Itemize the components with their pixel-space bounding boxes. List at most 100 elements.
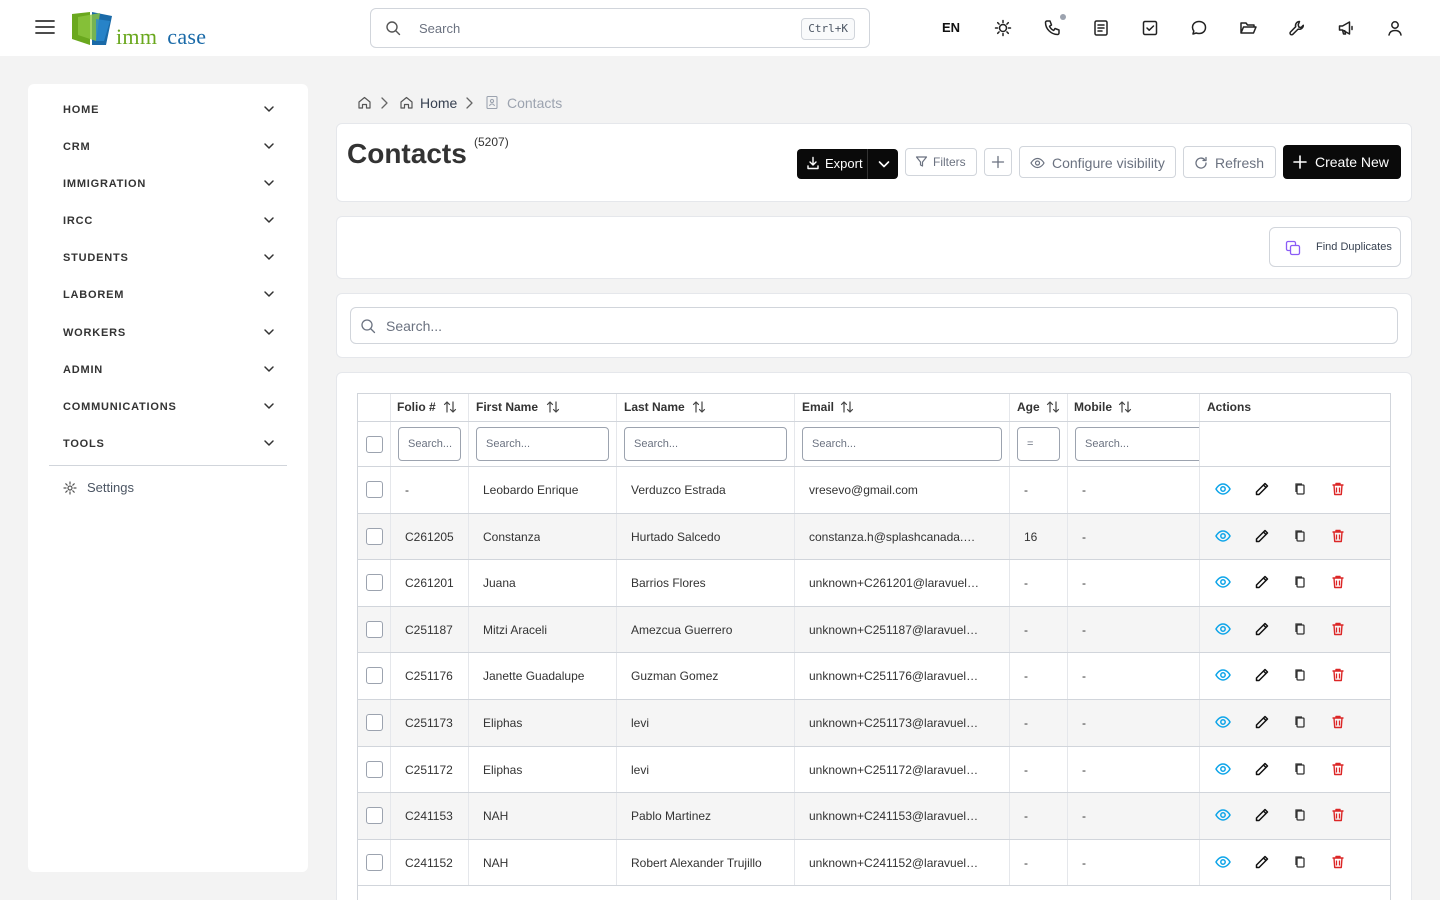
sort-icon[interactable]	[443, 400, 457, 414]
row-checkbox[interactable]	[366, 667, 383, 685]
table-row[interactable]: C261205 Constanza Hurtado Salcedo constanza…	[358, 513, 1390, 561]
sidebar-item-workers[interactable]: WORKERS	[49, 315, 287, 352]
first-name-filter-input[interactable]: Search...	[476, 427, 609, 461]
list-search-input[interactable]: Search...	[350, 307, 1398, 344]
create-new-button[interactable]: Create New	[1283, 145, 1401, 179]
sort-icon[interactable]	[1046, 400, 1060, 414]
table-row[interactable]: C241152 NAH Robert Alexander Trujillo unkno…	[358, 839, 1390, 887]
row-checkbox[interactable]	[366, 853, 383, 871]
row-checkbox[interactable]	[366, 760, 383, 778]
sidebar-item-students[interactable]: STUDENTS	[49, 240, 287, 277]
find-duplicates-button[interactable]: Find Duplicates	[1269, 227, 1401, 267]
refresh-button[interactable]: Refresh	[1183, 146, 1276, 178]
edit-icon[interactable]	[1252, 479, 1274, 501]
edit-icon[interactable]	[1252, 805, 1274, 827]
sort-icon[interactable]	[1118, 400, 1132, 414]
view-icon[interactable]	[1213, 619, 1235, 641]
edit-icon[interactable]	[1252, 759, 1274, 781]
sidebar-item-crm[interactable]: CRM	[49, 129, 287, 166]
notes-icon[interactable]	[1091, 18, 1111, 38]
delete-icon[interactable]	[1328, 805, 1350, 827]
folio-filter-input[interactable]: Search...	[398, 427, 461, 461]
sidebar-item-communications[interactable]: COMMUNICATIONS	[49, 389, 287, 426]
sort-icon[interactable]	[840, 400, 854, 414]
global-search-input[interactable]: Search Ctrl+K	[370, 8, 870, 48]
header-age[interactable]: Age	[1010, 394, 1068, 421]
wrench-icon[interactable]	[1287, 18, 1307, 38]
breadcrumb-home[interactable]: Home	[420, 95, 457, 111]
delete-icon[interactable]	[1328, 712, 1350, 734]
edit-icon[interactable]	[1252, 665, 1274, 687]
logo[interactable]: imm case	[70, 11, 210, 49]
sidebar-item-admin[interactable]: ADMIN	[49, 352, 287, 389]
duplicate-icon[interactable]	[1290, 479, 1312, 501]
delete-icon[interactable]	[1328, 665, 1350, 687]
add-filter-button[interactable]	[984, 148, 1012, 176]
table-row[interactable]: C251173 Eliphas levi unknown+C251173@laravu…	[358, 700, 1390, 747]
chevron-down-icon[interactable]	[877, 157, 891, 171]
sort-icon[interactable]	[546, 400, 560, 414]
edit-icon[interactable]	[1252, 526, 1274, 548]
duplicate-icon[interactable]	[1290, 852, 1312, 874]
view-icon[interactable]	[1213, 526, 1235, 548]
home-icon[interactable]	[357, 95, 372, 110]
header-folio[interactable]: Folio #	[391, 394, 469, 421]
configure-visibility-button[interactable]: Configure visibility	[1019, 146, 1176, 178]
delete-icon[interactable]	[1328, 526, 1350, 548]
duplicate-icon[interactable]	[1290, 619, 1312, 641]
header-last-name[interactable]: Last Name	[617, 394, 795, 421]
sun-icon[interactable]	[993, 18, 1013, 38]
select-all-checkbox[interactable]	[366, 436, 383, 453]
view-icon[interactable]	[1213, 712, 1235, 734]
sidebar-item-laborem[interactable]: LABOREM	[49, 277, 287, 314]
duplicate-icon[interactable]	[1290, 805, 1312, 827]
view-icon[interactable]	[1213, 759, 1235, 781]
folder-open-icon[interactable]	[1238, 18, 1258, 38]
header-email[interactable]: Email	[795, 394, 1010, 421]
sidebar-item-immigration[interactable]: IMMIGRATION	[49, 166, 287, 203]
table-row[interactable]: C241153 NAH Pablo Martinez unknown+C241153@…	[358, 793, 1390, 840]
filters-button[interactable]: Filters	[905, 148, 977, 176]
mobile-filter-input[interactable]: Search...	[1075, 427, 1199, 461]
chat-icon[interactable]	[1189, 18, 1209, 38]
view-icon[interactable]	[1213, 479, 1235, 501]
edit-icon[interactable]	[1252, 852, 1274, 874]
edit-icon[interactable]	[1252, 572, 1274, 594]
row-checkbox[interactable]	[366, 481, 383, 498]
table-row[interactable]: C261201 Juana Barrios Flores unknown+C26120…	[358, 560, 1390, 607]
duplicate-icon[interactable]	[1290, 712, 1312, 734]
language-selector[interactable]: EN	[942, 20, 960, 35]
sidebar-item-settings[interactable]: Settings	[49, 477, 287, 501]
view-icon[interactable]	[1213, 665, 1235, 687]
last-name-filter-input[interactable]: Search...	[624, 427, 787, 461]
duplicate-icon[interactable]	[1290, 526, 1312, 548]
menu-icon[interactable]	[34, 16, 56, 38]
sort-icon[interactable]	[692, 400, 706, 414]
delete-icon[interactable]	[1328, 759, 1350, 781]
edit-icon[interactable]	[1252, 619, 1274, 641]
age-filter-input[interactable]: =	[1017, 427, 1060, 461]
sidebar-item-tools[interactable]: TOOLS	[49, 426, 287, 463]
table-row[interactable]: C251176 Janette Guadalupe Guzman Gomez unkn…	[358, 653, 1390, 700]
megaphone-icon[interactable]	[1336, 18, 1356, 38]
delete-icon[interactable]	[1328, 852, 1350, 874]
task-check-icon[interactable]	[1140, 18, 1160, 38]
delete-icon[interactable]	[1328, 572, 1350, 594]
row-checkbox[interactable]	[366, 714, 383, 731]
table-row[interactable]: C251187 Mitzi Araceli Amezcua Guerrero unkn…	[358, 606, 1390, 654]
view-icon[interactable]	[1213, 852, 1235, 874]
sidebar-item-ircc[interactable]: IRCC	[49, 203, 287, 240]
header-first-name[interactable]: First Name	[469, 394, 617, 421]
header-mobile[interactable]: Mobile	[1068, 394, 1200, 421]
edit-icon[interactable]	[1252, 712, 1274, 734]
delete-icon[interactable]	[1328, 479, 1350, 501]
row-checkbox[interactable]	[366, 807, 383, 825]
duplicate-icon[interactable]	[1290, 572, 1312, 594]
email-filter-input[interactable]: Search...	[802, 427, 1002, 461]
row-checkbox[interactable]	[366, 574, 383, 592]
phone-icon[interactable]	[1042, 18, 1062, 38]
delete-icon[interactable]	[1328, 619, 1350, 641]
duplicate-icon[interactable]	[1290, 665, 1312, 687]
view-icon[interactable]	[1213, 805, 1235, 827]
row-checkbox[interactable]	[366, 620, 383, 638]
